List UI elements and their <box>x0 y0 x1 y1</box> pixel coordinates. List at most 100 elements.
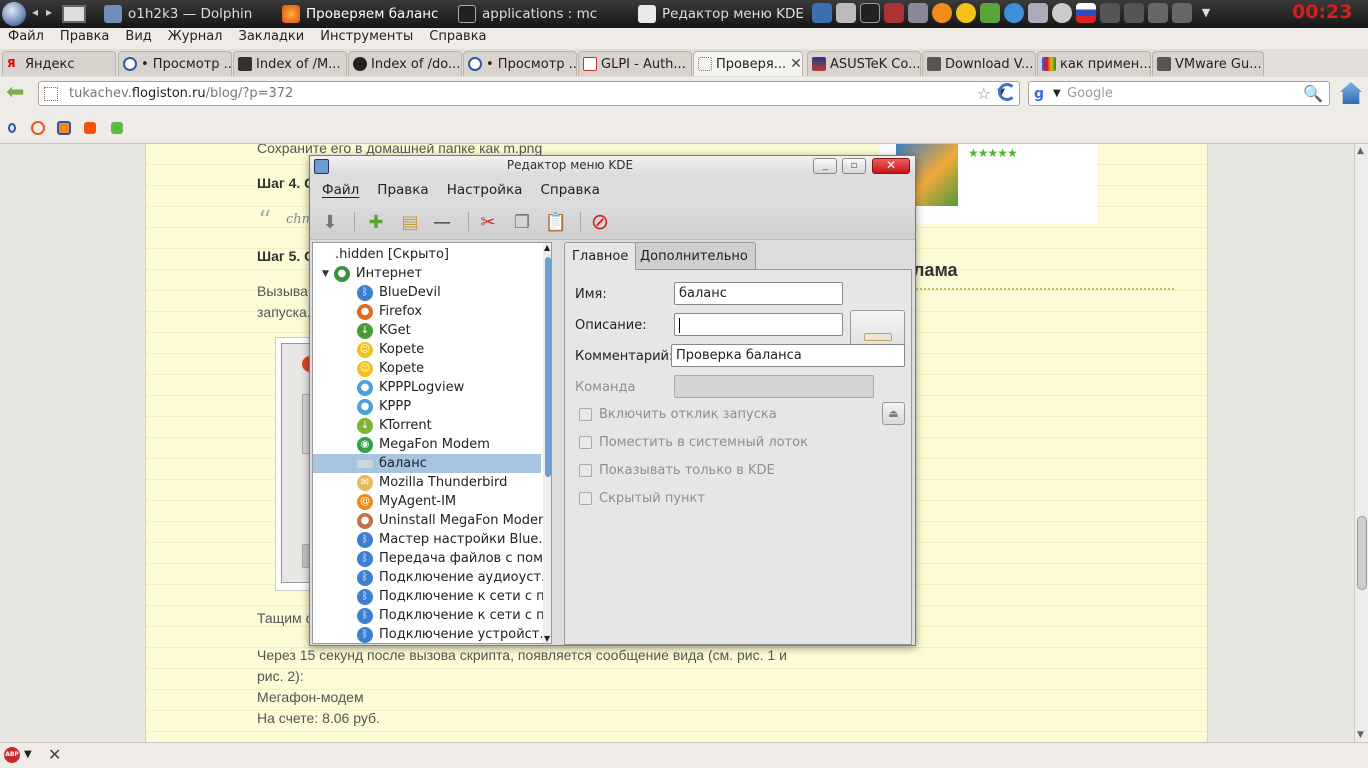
tray-globe-icon[interactable] <box>1004 3 1024 23</box>
editor-menu-settings[interactable]: Настройка <box>438 178 532 202</box>
site-identity-icon[interactable] <box>44 87 58 101</box>
bookmark-icon[interactable] <box>84 122 96 134</box>
tree-item[interactable]: ↓ KTorrent <box>313 416 541 435</box>
maximize-icon[interactable]: ▫ <box>842 158 866 174</box>
copy-icon[interactable]: ❐ <box>510 210 534 234</box>
home-icon[interactable] <box>1340 82 1362 104</box>
menu-help[interactable]: Справка <box>421 28 494 49</box>
url-text[interactable]: tukachev.flogiston.ru/blog/?p=372 <box>69 86 293 101</box>
browser-tab[interactable]: Download V... <box>922 51 1036 76</box>
search-icon[interactable]: 🔍 <box>1303 84 1323 103</box>
close-window-icon[interactable]: ✕ <box>872 158 910 174</box>
editor-menu-edit[interactable]: Правка <box>368 178 437 202</box>
tray-app-icon[interactable] <box>812 3 832 23</box>
tree-item[interactable]: @ MyAgent-IM <box>313 492 541 511</box>
tray-download-icon[interactable] <box>980 3 1000 23</box>
new-submenu-icon[interactable]: ▤ <box>398 210 422 234</box>
tray-settings-icon[interactable] <box>908 3 928 23</box>
tray-media-icon[interactable] <box>884 3 904 23</box>
menu-view[interactable]: Вид <box>117 28 159 49</box>
browser-tab[interactable]: • Просмотр ... <box>463 51 577 76</box>
tray-usb-icon[interactable] <box>1124 3 1144 23</box>
bookmark-icon[interactable] <box>31 121 45 135</box>
launch-feedback-checkbox[interactable] <box>579 408 592 421</box>
tray-volume-icon[interactable] <box>1100 3 1120 23</box>
browser-tab-active[interactable]: Проверя... ✕ <box>693 51 803 76</box>
tree-item[interactable]: ᛒ BlueDevil <box>313 283 541 302</box>
tray-update-icon[interactable] <box>1052 3 1072 23</box>
name-field[interactable]: баланс <box>674 282 843 305</box>
tree-item[interactable]: ☺ Kopete <box>313 340 541 359</box>
menu-file[interactable]: Файл <box>0 28 52 49</box>
tree-item[interactable]: .hidden [Скрыто] <box>313 245 541 264</box>
tray-at-icon[interactable] <box>932 3 952 23</box>
tree-item[interactable]: ᛒ Подключение к сети с п... <box>313 606 551 625</box>
arrow-left-icon[interactable]: ◂ <box>32 5 38 19</box>
tree-item[interactable]: ↓ KGet <box>313 321 541 340</box>
tree-item[interactable]: ● Uninstall MegaFon Modem <box>313 511 551 530</box>
adblock-icon[interactable]: ABP <box>4 747 20 763</box>
window-titlebar[interactable]: Редактор меню KDE _ ▫ ✕ <box>310 156 915 177</box>
menu-history[interactable]: Журнал <box>160 28 231 49</box>
menu-edit[interactable]: Правка <box>52 28 117 49</box>
tray-battery-icon[interactable] <box>1148 3 1168 23</box>
tab-advanced[interactable]: Дополнительно <box>632 242 756 269</box>
tray-power-icon[interactable] <box>1172 3 1192 23</box>
new-item-icon[interactable]: ✚ <box>364 210 388 234</box>
tree-scrollbar[interactable]: ▲ ▼ <box>543 243 551 643</box>
tree-item[interactable]: ᛒ Передача файлов с пом... <box>313 549 551 568</box>
task-mc[interactable]: applications : mc <box>458 0 628 28</box>
close-addon-bar-icon[interactable]: ✕ <box>48 745 61 764</box>
minimize-icon[interactable]: _ <box>813 158 837 174</box>
clock[interactable]: 00:23 <box>1292 1 1352 23</box>
browser-tab[interactable]: Index of /do... <box>348 51 462 76</box>
expander-icon[interactable]: ▼ <box>322 269 329 279</box>
comment-field[interactable]: Проверка баланса <box>671 344 905 367</box>
description-field[interactable] <box>674 313 843 336</box>
bookmark-icon[interactable] <box>8 123 16 133</box>
tree-item[interactable]: ✉ Mozilla Thunderbird <box>313 473 541 492</box>
search-engine-dropdown-icon[interactable]: ▼ <box>1053 88 1061 99</box>
tray-terminal-icon[interactable] <box>860 3 880 23</box>
tray-keyboard-layout-icon[interactable] <box>1076 3 1096 23</box>
kde-only-checkbox[interactable] <box>579 464 592 477</box>
paste-icon[interactable]: 📋 <box>544 210 568 234</box>
browser-tab[interactable]: Index of /M... <box>233 51 347 76</box>
tree-scrollbar-thumb[interactable] <box>545 257 551 477</box>
close-tab-icon[interactable]: ✕ <box>790 56 802 72</box>
tree-item[interactable]: ☺ Kopete <box>313 359 541 378</box>
tree-item[interactable]: ◉ MegaFon Modem <box>313 435 541 454</box>
editor-menu-file[interactable]: Файл <box>310 178 368 202</box>
url-bar[interactable]: tukachev.flogiston.ru/blog/?p=372 ☆ ▼ <box>38 81 1020 106</box>
delete-icon[interactable]: ⊘ <box>588 210 612 235</box>
menu-bookmarks[interactable]: Закладки <box>231 28 313 49</box>
task-menu-editor[interactable]: Редактор меню KDE <box>638 0 806 28</box>
task-firefox[interactable]: Проверяем баланс 3G-модема <box>282 0 440 28</box>
tree-item[interactable]: ᛒ Подключение устройст... <box>313 625 551 643</box>
tree-item[interactable]: ᛒ Подключение к сети с п... <box>313 587 551 606</box>
browser-tab[interactable]: ASUSTeK Co... <box>807 51 921 76</box>
adblock-dropdown-icon[interactable]: ▼ <box>24 749 32 760</box>
tab-general[interactable]: Главное <box>564 242 637 270</box>
hidden-entry-checkbox[interactable] <box>579 492 592 505</box>
browser-tab[interactable]: • Просмотр ... <box>118 51 232 76</box>
browser-tab[interactable]: как примен... <box>1037 51 1151 76</box>
search-bar[interactable]: g ▼ Google 🔍 <box>1028 81 1330 106</box>
browser-tab[interactable]: Я Яндекс <box>2 51 116 76</box>
kde-launcher-icon[interactable] <box>2 2 26 26</box>
browse-command-icon[interactable]: ⏏ <box>882 402 905 425</box>
tray-network-icon[interactable] <box>836 3 856 23</box>
browser-tab[interactable]: VMware Gu... <box>1152 51 1264 76</box>
search-placeholder[interactable]: Google <box>1067 86 1113 101</box>
scrollbar-thumb[interactable] <box>1357 516 1367 590</box>
scroll-up-icon[interactable]: ▲ <box>544 243 550 252</box>
show-desktop-icon[interactable] <box>62 5 86 23</box>
google-engine-icon[interactable]: g <box>1034 86 1044 102</box>
tray-expand-icon[interactable]: ▼ <box>1196 3 1216 23</box>
new-separator-icon[interactable]: — <box>430 210 454 234</box>
tree-item[interactable]: ▼ ● Интернет <box>313 264 541 283</box>
system-tray-checkbox[interactable] <box>579 436 592 449</box>
tray-lock-icon[interactable] <box>1028 3 1048 23</box>
tray-kopete-icon[interactable] <box>956 3 976 23</box>
tree-item[interactable]: ᛒ Подключение аудиоуст... <box>313 568 551 587</box>
